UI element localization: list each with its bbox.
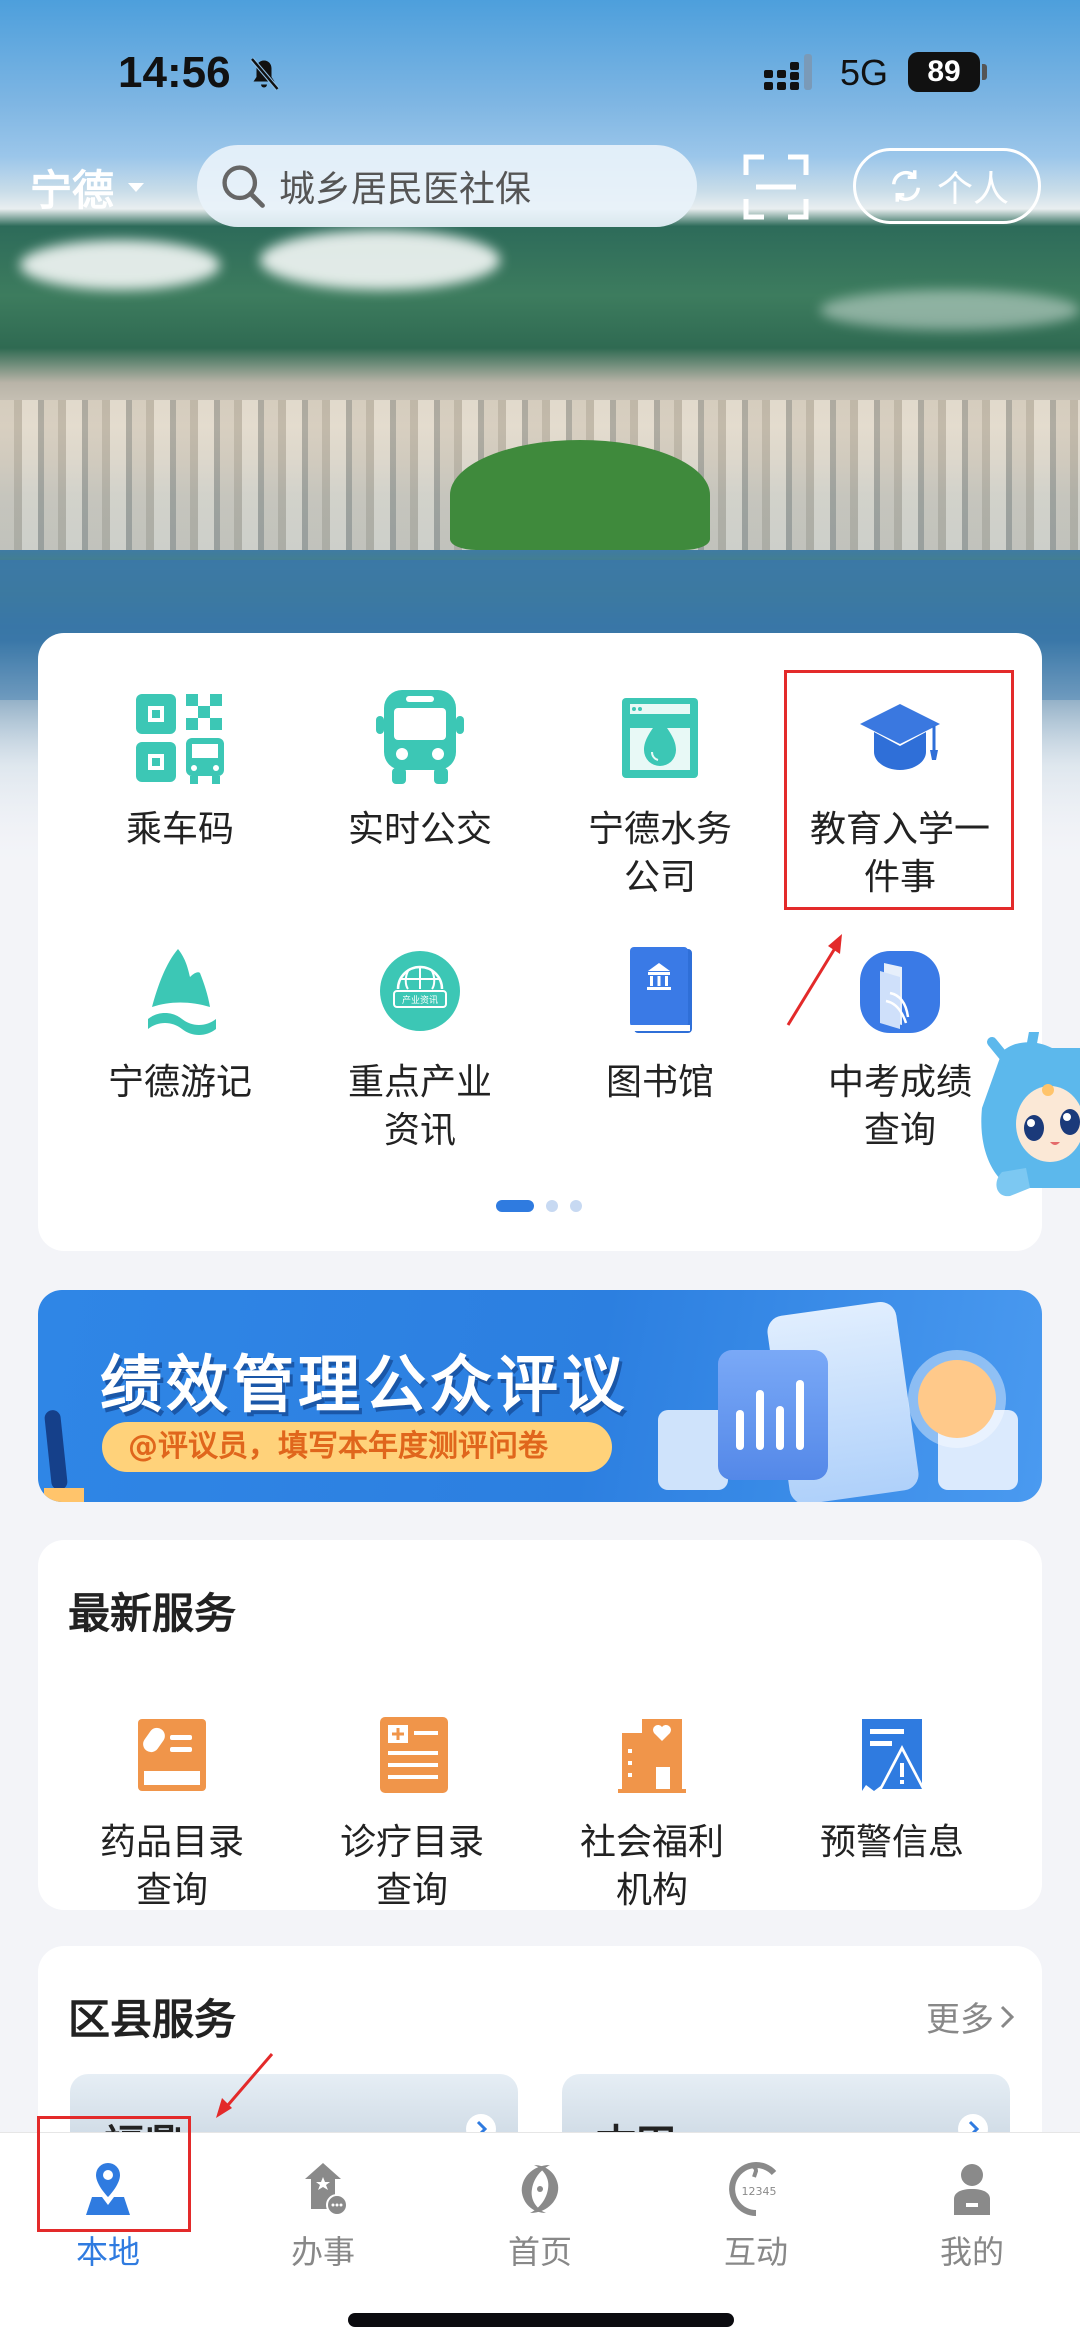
latest-services-card: 最新服务 药品目录 查询 诊疗目录 查询 社会福利 机构 预警信息 bbox=[38, 1540, 1042, 1911]
annotation-highlight-box bbox=[37, 2116, 191, 2232]
mascot-character[interactable] bbox=[972, 1032, 1080, 1232]
caret-down-icon bbox=[128, 183, 145, 192]
battery-indicator: 89 bbox=[908, 52, 980, 92]
network-type: 5G bbox=[840, 52, 889, 93]
battery-tip bbox=[982, 64, 987, 80]
city-name: 宁德 bbox=[30, 166, 115, 215]
tab-label: 我的 bbox=[939, 2233, 1004, 2271]
welfare-building-icon bbox=[618, 1719, 686, 1793]
page-dot[interactable] bbox=[546, 1200, 558, 1212]
page-dot[interactable] bbox=[570, 1200, 582, 1212]
annotation-arrow bbox=[216, 2053, 274, 2118]
service-welfare-institution[interactable]: 社会福利 机构 bbox=[532, 1715, 772, 1915]
globe-news-icon: 产业资讯 bbox=[380, 951, 460, 1031]
tab-label: 首页 bbox=[507, 2233, 572, 2271]
search-placeholder: 城乡居民医社保 bbox=[279, 169, 532, 210]
home-indicator[interactable] bbox=[348, 2313, 734, 2327]
service-label: 预警信息 bbox=[819, 1822, 964, 1863]
tab-home[interactable]: 首页 bbox=[465, 2159, 615, 2273]
bus-icon bbox=[376, 690, 464, 784]
page-dot-active[interactable] bbox=[496, 1200, 534, 1212]
tab-interaction[interactable]: 12345 互动 bbox=[681, 2159, 831, 2273]
bell-slash-icon bbox=[250, 57, 280, 91]
switch-personal-button[interactable]: 个人 bbox=[853, 148, 1041, 224]
app-label: 重点产业 资讯 bbox=[347, 1062, 492, 1151]
city-selector[interactable]: 宁德 bbox=[30, 157, 145, 218]
app-label: 乘车码 bbox=[125, 809, 234, 850]
chart-illustration bbox=[718, 1350, 828, 1480]
badge-illustration bbox=[918, 1360, 996, 1438]
industry-badge-text: 产业资讯 bbox=[402, 994, 438, 1006]
pot-decoration bbox=[44, 1488, 84, 1502]
plant-decoration bbox=[43, 1409, 69, 1491]
refresh-icon bbox=[891, 170, 920, 202]
chevron-right-icon bbox=[1000, 2005, 1014, 2028]
open-book-icon bbox=[860, 951, 940, 1033]
status-time: 14:56 bbox=[118, 48, 231, 97]
more-link[interactable]: 更多 bbox=[926, 1992, 1014, 2041]
app-label: 宁德游记 bbox=[107, 1062, 252, 1103]
more-label: 更多 bbox=[926, 2000, 994, 2040]
banner-title: 绩效管理公众评议 bbox=[100, 1348, 629, 1421]
tab-label: 办事 bbox=[290, 2233, 355, 2271]
service-hall-icon bbox=[305, 2163, 348, 2216]
app-ningde-travel[interactable]: 宁德游记 bbox=[60, 941, 300, 1107]
status-bar: 14:56 5G 89 bbox=[0, 0, 1080, 150]
performance-review-banner[interactable]: 绩效管理公众评议 @评议员，填写本年度测评问卷 bbox=[38, 1290, 1042, 1502]
qr-bus-icon bbox=[136, 694, 224, 784]
app-bus-qr-code[interactable]: 乘车码 bbox=[60, 688, 300, 854]
tab-label: 互动 bbox=[723, 2233, 788, 2271]
service-treatment-catalog[interactable]: 诊疗目录 查询 bbox=[292, 1715, 532, 1915]
app-key-industry-news[interactable]: 产业资讯 重点产业 资讯 bbox=[300, 941, 540, 1155]
tab-label: 本地 bbox=[75, 2233, 140, 2271]
medicine-card-icon bbox=[138, 1719, 206, 1791]
search-icon bbox=[222, 165, 265, 208]
banner-subtitle: @评议员，填写本年度测评问卷 bbox=[102, 1422, 612, 1472]
service-medicine-catalog[interactable]: 药品目录 查询 bbox=[52, 1715, 292, 1915]
scan-icon[interactable] bbox=[742, 153, 810, 221]
search-input[interactable]: 城乡居民医社保 bbox=[197, 145, 697, 227]
section-title: 最新服务 bbox=[68, 1589, 237, 1638]
annotation-arrow bbox=[786, 934, 842, 1026]
tab-mine[interactable]: 我的 bbox=[897, 2159, 1047, 2273]
app-label: 实时公交 bbox=[347, 809, 492, 850]
top-bar: 宁德 城乡居民医社保 个人 bbox=[0, 145, 1080, 229]
home-logo-icon bbox=[521, 2165, 559, 2213]
water-drop-icon bbox=[622, 698, 698, 778]
page-indicator bbox=[496, 1200, 582, 1212]
service-label: 药品目录 查询 bbox=[99, 1822, 244, 1911]
app-realtime-bus[interactable]: 实时公交 bbox=[300, 688, 540, 854]
service-warning-info[interactable]: 预警信息 bbox=[772, 1715, 1012, 1867]
tab-services[interactable]: 办事 bbox=[248, 2159, 398, 2273]
annotation-highlight-box bbox=[784, 670, 1014, 910]
medical-record-icon bbox=[380, 1717, 448, 1793]
personal-label: 个人 bbox=[936, 169, 1009, 210]
user-icon bbox=[954, 2164, 990, 2215]
mountain-icon bbox=[148, 949, 216, 1035]
app-ningde-water[interactable]: 宁德水务 公司 bbox=[540, 688, 780, 902]
library-book-icon bbox=[630, 947, 692, 1033]
warning-doc-icon bbox=[862, 1719, 926, 1791]
hotline-12345-icon: 12345 bbox=[729, 2162, 777, 2216]
section-title: 区县服务 bbox=[68, 1995, 237, 2044]
cellular-signal-icon bbox=[764, 54, 812, 90]
service-label: 诊疗目录 查询 bbox=[339, 1822, 484, 1911]
app-label: 图书馆 bbox=[605, 1062, 714, 1103]
hotline-number: 12345 bbox=[742, 2185, 777, 2198]
app-library[interactable]: 图书馆 bbox=[540, 941, 780, 1107]
service-label: 社会福利 机构 bbox=[579, 1822, 724, 1911]
app-label: 宁德水务 公司 bbox=[587, 809, 732, 898]
